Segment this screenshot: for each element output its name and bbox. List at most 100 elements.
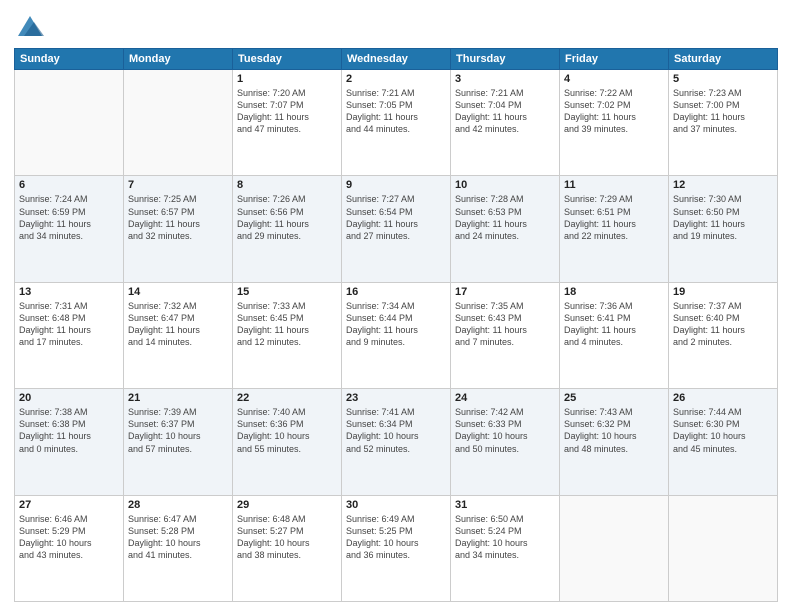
day-info: Sunrise: 6:46 AM Sunset: 5:29 PM Dayligh… bbox=[19, 513, 119, 562]
calendar-cell: 4 Sunrise: 7:22 AM Sunset: 7:02 PM Daylig… bbox=[560, 70, 669, 176]
day-info: Sunrise: 7:39 AM Sunset: 6:37 PM Dayligh… bbox=[128, 406, 228, 455]
calendar-cell: 19 Sunrise: 7:37 AM Sunset: 6:40 PM Dayli… bbox=[669, 282, 778, 388]
calendar-week-row: 13Sunrise: 7:31 AM Sunset: 6:48 PM Dayli… bbox=[15, 282, 778, 388]
calendar-cell: 10 Sunrise: 7:28 AM Sunset: 6:53 PM Dayli… bbox=[451, 176, 560, 282]
day-info: Sunrise: 7:21 AM Sunset: 7:05 PM Dayligh… bbox=[346, 87, 446, 136]
day-number: 20 bbox=[19, 392, 119, 404]
day-number: 7 bbox=[128, 179, 228, 191]
day-info: Sunrise: 7:33 AM Sunset: 6:45 PM Dayligh… bbox=[237, 300, 337, 349]
calendar-cell bbox=[15, 70, 124, 176]
day-info: Sunrise: 6:49 AM Sunset: 5:25 PM Dayligh… bbox=[346, 513, 446, 562]
calendar-cell: 22 Sunrise: 7:40 AM Sunset: 6:36 PM Dayli… bbox=[233, 389, 342, 495]
calendar-cell: 5 Sunrise: 7:23 AM Sunset: 7:00 PM Daylig… bbox=[669, 70, 778, 176]
day-info: Sunrise: 6:50 AM Sunset: 5:24 PM Dayligh… bbox=[455, 513, 555, 562]
day-number: 19 bbox=[673, 286, 773, 298]
day-number: 16 bbox=[346, 286, 446, 298]
day-info: Sunrise: 6:48 AM Sunset: 5:27 PM Dayligh… bbox=[237, 513, 337, 562]
calendar-week-row: 1 Sunrise: 7:20 AM Sunset: 7:07 PM Daylig… bbox=[15, 70, 778, 176]
header bbox=[14, 12, 778, 40]
day-number: 11 bbox=[564, 179, 664, 191]
day-info: Sunrise: 7:23 AM Sunset: 7:00 PM Dayligh… bbox=[673, 87, 773, 136]
day-number: 2 bbox=[346, 73, 446, 85]
day-info: Sunrise: 7:26 AM Sunset: 6:56 PM Dayligh… bbox=[237, 193, 337, 242]
day-number: 24 bbox=[455, 392, 555, 404]
day-info: Sunrise: 7:21 AM Sunset: 7:04 PM Dayligh… bbox=[455, 87, 555, 136]
day-info: Sunrise: 7:32 AM Sunset: 6:47 PM Dayligh… bbox=[128, 300, 228, 349]
day-number: 21 bbox=[128, 392, 228, 404]
logo bbox=[14, 12, 44, 40]
calendar-cell: 9 Sunrise: 7:27 AM Sunset: 6:54 PM Daylig… bbox=[342, 176, 451, 282]
day-number: 26 bbox=[673, 392, 773, 404]
day-number: 31 bbox=[455, 499, 555, 511]
calendar-cell: 25 Sunrise: 7:43 AM Sunset: 6:32 PM Dayli… bbox=[560, 389, 669, 495]
calendar-cell: 28Sunrise: 6:47 AM Sunset: 5:28 PM Dayli… bbox=[124, 495, 233, 601]
calendar-cell bbox=[124, 70, 233, 176]
calendar-header-sunday: Sunday bbox=[15, 49, 124, 70]
day-info: Sunrise: 7:34 AM Sunset: 6:44 PM Dayligh… bbox=[346, 300, 446, 349]
calendar-cell bbox=[669, 495, 778, 601]
day-number: 13 bbox=[19, 286, 119, 298]
calendar-cell bbox=[560, 495, 669, 601]
calendar-cell: 7 Sunrise: 7:25 AM Sunset: 6:57 PM Daylig… bbox=[124, 176, 233, 282]
calendar-cell: 17 Sunrise: 7:35 AM Sunset: 6:43 PM Dayli… bbox=[451, 282, 560, 388]
calendar-header-wednesday: Wednesday bbox=[342, 49, 451, 70]
day-number: 1 bbox=[237, 73, 337, 85]
day-number: 9 bbox=[346, 179, 446, 191]
calendar-week-row: 27 Sunrise: 6:46 AM Sunset: 5:29 PM Dayli… bbox=[15, 495, 778, 601]
calendar-header-thursday: Thursday bbox=[451, 49, 560, 70]
calendar-cell: 1 Sunrise: 7:20 AM Sunset: 7:07 PM Daylig… bbox=[233, 70, 342, 176]
day-info: Sunrise: 7:41 AM Sunset: 6:34 PM Dayligh… bbox=[346, 406, 446, 455]
day-info: Sunrise: 7:25 AM Sunset: 6:57 PM Dayligh… bbox=[128, 193, 228, 242]
calendar-cell: 13Sunrise: 7:31 AM Sunset: 6:48 PM Dayli… bbox=[15, 282, 124, 388]
day-info: Sunrise: 7:20 AM Sunset: 7:07 PM Dayligh… bbox=[237, 87, 337, 136]
calendar-cell: 6 Sunrise: 7:24 AM Sunset: 6:59 PM Daylig… bbox=[15, 176, 124, 282]
calendar-cell: 2 Sunrise: 7:21 AM Sunset: 7:05 PM Daylig… bbox=[342, 70, 451, 176]
calendar-cell: 24 Sunrise: 7:42 AM Sunset: 6:33 PM Dayli… bbox=[451, 389, 560, 495]
day-number: 22 bbox=[237, 392, 337, 404]
day-number: 6 bbox=[19, 179, 119, 191]
day-number: 3 bbox=[455, 73, 555, 85]
day-number: 25 bbox=[564, 392, 664, 404]
day-number: 14 bbox=[128, 286, 228, 298]
day-info: Sunrise: 7:27 AM Sunset: 6:54 PM Dayligh… bbox=[346, 193, 446, 242]
calendar-cell: 14 Sunrise: 7:32 AM Sunset: 6:47 PM Dayli… bbox=[124, 282, 233, 388]
day-info: Sunrise: 7:28 AM Sunset: 6:53 PM Dayligh… bbox=[455, 193, 555, 242]
day-info: Sunrise: 7:36 AM Sunset: 6:41 PM Dayligh… bbox=[564, 300, 664, 349]
calendar-cell: 31 Sunrise: 6:50 AM Sunset: 5:24 PM Dayli… bbox=[451, 495, 560, 601]
day-number: 27 bbox=[19, 499, 119, 511]
day-number: 5 bbox=[673, 73, 773, 85]
calendar-cell: 16 Sunrise: 7:34 AM Sunset: 6:44 PM Dayli… bbox=[342, 282, 451, 388]
calendar-header-tuesday: Tuesday bbox=[233, 49, 342, 70]
calendar-week-row: 20 Sunrise: 7:38 AM Sunset: 6:38 PM Dayli… bbox=[15, 389, 778, 495]
calendar-cell: 29 Sunrise: 6:48 AM Sunset: 5:27 PM Dayli… bbox=[233, 495, 342, 601]
day-number: 29 bbox=[237, 499, 337, 511]
calendar-cell: 21 Sunrise: 7:39 AM Sunset: 6:37 PM Dayli… bbox=[124, 389, 233, 495]
calendar-header-friday: Friday bbox=[560, 49, 669, 70]
day-info: Sunrise: 7:37 AM Sunset: 6:40 PM Dayligh… bbox=[673, 300, 773, 349]
calendar-header-saturday: Saturday bbox=[669, 49, 778, 70]
day-info: Sunrise: 7:38 AM Sunset: 6:38 PM Dayligh… bbox=[19, 406, 119, 455]
day-number: 17 bbox=[455, 286, 555, 298]
calendar-cell: 23 Sunrise: 7:41 AM Sunset: 6:34 PM Dayli… bbox=[342, 389, 451, 495]
calendar-cell: 3 Sunrise: 7:21 AM Sunset: 7:04 PM Daylig… bbox=[451, 70, 560, 176]
day-info: Sunrise: 7:42 AM Sunset: 6:33 PM Dayligh… bbox=[455, 406, 555, 455]
day-number: 8 bbox=[237, 179, 337, 191]
day-number: 18 bbox=[564, 286, 664, 298]
calendar-cell: 11Sunrise: 7:29 AM Sunset: 6:51 PM Dayli… bbox=[560, 176, 669, 282]
day-number: 4 bbox=[564, 73, 664, 85]
day-info: Sunrise: 7:35 AM Sunset: 6:43 PM Dayligh… bbox=[455, 300, 555, 349]
day-info: Sunrise: 7:24 AM Sunset: 6:59 PM Dayligh… bbox=[19, 193, 119, 242]
calendar-cell: 26Sunrise: 7:44 AM Sunset: 6:30 PM Dayli… bbox=[669, 389, 778, 495]
calendar-table: SundayMondayTuesdayWednesdayThursdayFrid… bbox=[14, 48, 778, 602]
calendar-cell: 8 Sunrise: 7:26 AM Sunset: 6:56 PM Daylig… bbox=[233, 176, 342, 282]
calendar-cell: 30Sunrise: 6:49 AM Sunset: 5:25 PM Dayli… bbox=[342, 495, 451, 601]
calendar-header-row: SundayMondayTuesdayWednesdayThursdayFrid… bbox=[15, 49, 778, 70]
day-info: Sunrise: 7:22 AM Sunset: 7:02 PM Dayligh… bbox=[564, 87, 664, 136]
day-number: 12 bbox=[673, 179, 773, 191]
day-number: 10 bbox=[455, 179, 555, 191]
day-info: Sunrise: 7:43 AM Sunset: 6:32 PM Dayligh… bbox=[564, 406, 664, 455]
calendar-week-row: 6 Sunrise: 7:24 AM Sunset: 6:59 PM Daylig… bbox=[15, 176, 778, 282]
day-number: 23 bbox=[346, 392, 446, 404]
calendar-cell: 27 Sunrise: 6:46 AM Sunset: 5:29 PM Dayli… bbox=[15, 495, 124, 601]
day-info: Sunrise: 7:40 AM Sunset: 6:36 PM Dayligh… bbox=[237, 406, 337, 455]
